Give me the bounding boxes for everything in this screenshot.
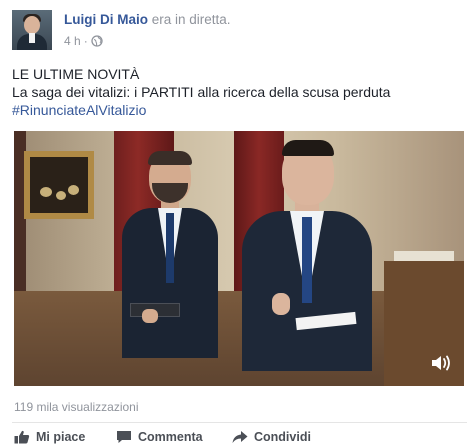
author-line: Luigi Di Maio era in diretta. <box>64 12 231 27</box>
facebook-post: Luigi Di Maio era in diretta. 4 h · LE UL… <box>0 0 475 448</box>
person-hand <box>142 309 158 323</box>
video-person-left <box>122 151 218 386</box>
person-tie <box>302 217 312 303</box>
video-cabinet <box>384 261 464 386</box>
like-button[interactable]: Mi piace <box>14 430 85 444</box>
avatar-shirt <box>29 33 35 43</box>
comment-bubble-icon <box>116 430 132 444</box>
painting-detail <box>40 187 52 197</box>
thumbs-up-icon <box>14 430 30 444</box>
video-player[interactable] <box>14 131 464 386</box>
avatar-face <box>24 16 40 34</box>
person-hair <box>148 151 192 165</box>
post-action-text: era in diretta. <box>151 12 231 27</box>
painting-detail <box>56 191 66 200</box>
person-tie <box>166 213 174 283</box>
post-timestamp[interactable]: 4 h <box>64 34 81 48</box>
globe-icon[interactable] <box>91 35 103 50</box>
view-count: 119 mila visualizzazioni <box>14 400 139 414</box>
share-arrow-icon <box>232 430 248 444</box>
author-name-link[interactable]: Luigi Di Maio <box>64 12 148 27</box>
person-beard <box>152 183 188 203</box>
comment-label: Commenta <box>138 430 203 444</box>
post-text-line-2: La saga dei vitalizi: i PARTITI alla ric… <box>12 84 391 100</box>
hashtag-link[interactable]: #RinunciateAlVitalizio <box>12 101 462 119</box>
post-actions-bar: Mi piace Commenta Condividi <box>12 430 472 448</box>
share-button[interactable]: Condividi <box>232 430 311 444</box>
video-person-right <box>242 140 372 386</box>
comment-button[interactable]: Commenta <box>116 430 203 444</box>
speaker-volume-icon[interactable] <box>430 354 452 372</box>
video-painting <box>24 151 94 219</box>
actions-divider <box>12 422 467 423</box>
person-hand <box>272 293 290 315</box>
person-hair <box>282 140 334 156</box>
like-label: Mi piace <box>36 430 86 444</box>
painting-detail <box>68 185 79 195</box>
post-meta: 4 h · <box>64 34 103 50</box>
author-avatar[interactable] <box>12 10 52 50</box>
painting-canvas <box>30 157 88 213</box>
post-text: LE ULTIME NOVITÀ La saga dei vitalizi: i… <box>12 65 462 119</box>
share-label: Condividi <box>254 430 311 444</box>
post-text-line-1: LE ULTIME NOVITÀ <box>12 66 140 82</box>
meta-separator: · <box>83 34 88 48</box>
post-header: Luigi Di Maio era in diretta. 4 h · <box>12 10 472 54</box>
